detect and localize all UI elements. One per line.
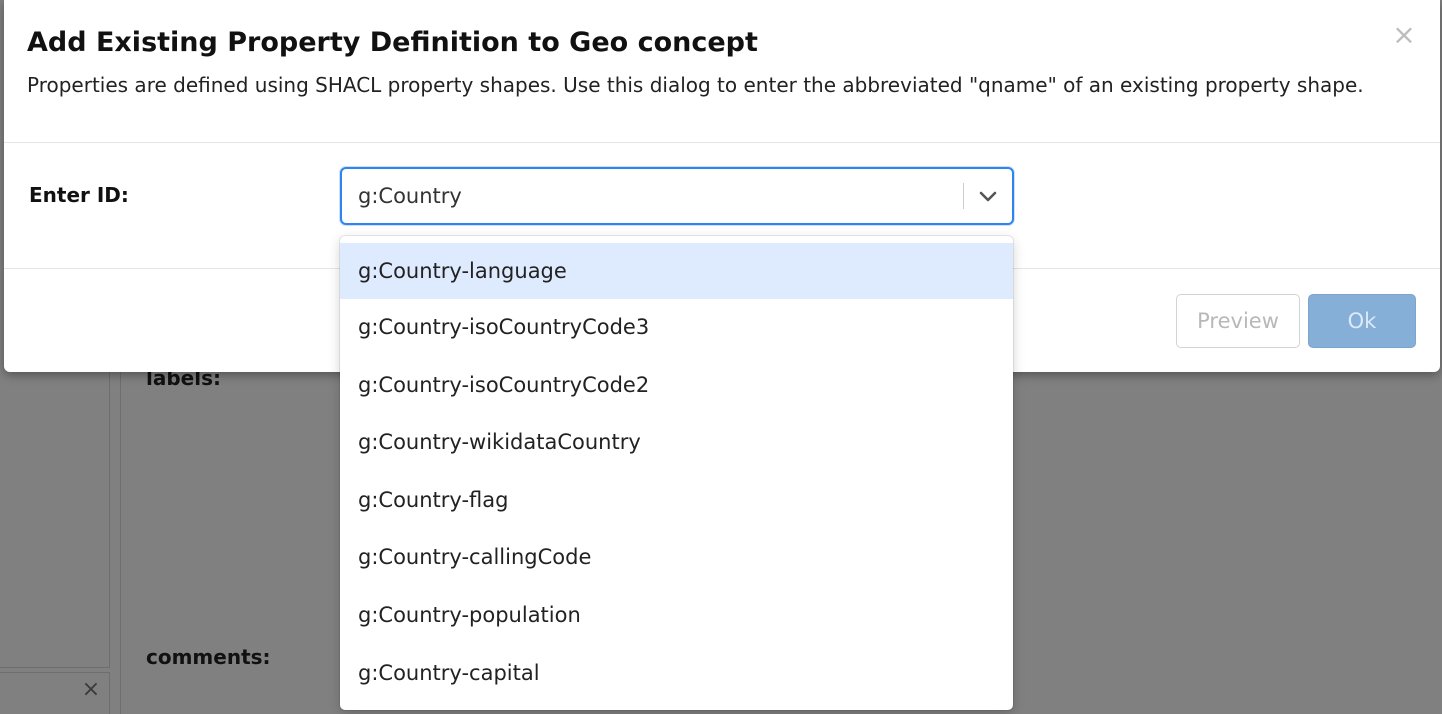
chevron-down-icon[interactable]	[976, 184, 1000, 208]
ok-button[interactable]: Ok	[1308, 294, 1416, 348]
option-country-wikidatacountry[interactable]: g:Country-wikidataCountry	[340, 414, 1013, 472]
option-country-callingcode[interactable]: g:Country-callingCode	[340, 529, 1013, 587]
option-country-population[interactable]: g:Country-population	[340, 587, 1013, 645]
dialog-title: Add Existing Property Definition to Geo …	[27, 27, 758, 58]
option-country-flag[interactable]: g:Country-flag	[340, 472, 1013, 530]
close-icon[interactable]: ×	[1392, 20, 1416, 50]
comments-heading: comments:	[146, 645, 271, 669]
option-country-capital[interactable]: g:Country-capital	[340, 645, 1013, 703]
background-close-icon: ×	[81, 677, 101, 702]
property-options-menu: g:Country-language g:Country-isoCountryC…	[340, 236, 1013, 710]
option-country-isocountrycode2[interactable]: g:Country-isoCountryCode2	[340, 357, 1013, 415]
option-country-language[interactable]: g:Country-language	[340, 243, 1013, 299]
preview-button[interactable]: Preview	[1176, 294, 1300, 348]
enter-id-label: Enter ID:	[29, 183, 129, 207]
dialog-description: Properties are defined using SHACL prope…	[27, 73, 1364, 97]
option-country-isocountrycode3[interactable]: g:Country-isoCountryCode3	[340, 299, 1013, 357]
select-separator	[963, 183, 964, 209]
property-id-select[interactable]: g:Country	[340, 167, 1014, 225]
dialog-header: Add Existing Property Definition to Geo …	[4, 0, 1440, 143]
property-id-input[interactable]: g:Country	[358, 169, 462, 223]
